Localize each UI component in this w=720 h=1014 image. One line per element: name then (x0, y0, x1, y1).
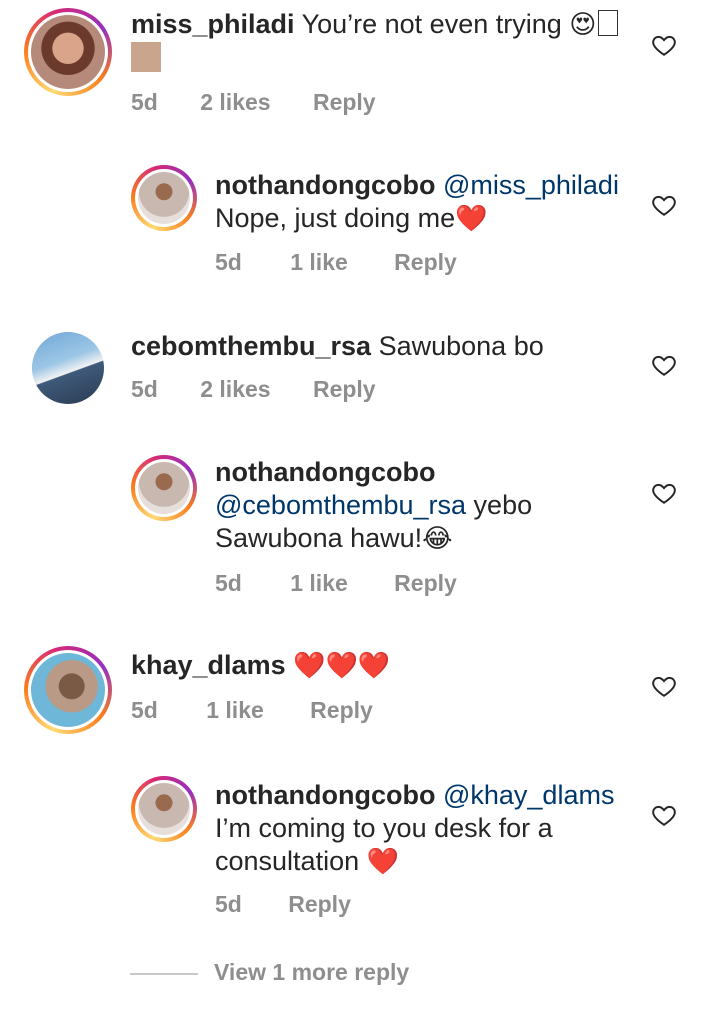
comment-likes[interactable]: 2 likes (200, 88, 270, 116)
avatar[interactable] (131, 776, 197, 842)
like-heart-icon[interactable] (651, 480, 677, 506)
like-heart-icon[interactable] (651, 802, 677, 828)
comment-time: 5d (215, 249, 242, 275)
like-heart-icon[interactable] (651, 32, 677, 58)
reply-item: nothandongcobo @miss_philadi Nope, just … (0, 160, 720, 290)
avatar[interactable] (131, 165, 197, 231)
mention-link[interactable]: @khay_dlams (443, 780, 614, 810)
comment-text: cebomthembu_rsa Sawubona bo (131, 330, 631, 363)
comment-likes[interactable]: 2 likes (200, 375, 270, 403)
skin-tone-swatch-icon (131, 42, 161, 72)
comment-username[interactable]: miss_philadi (131, 9, 295, 39)
like-heart-icon[interactable] (651, 673, 677, 699)
comment-username[interactable]: nothandongcobo (215, 457, 435, 487)
comment-meta: 5d 1 like Reply (131, 696, 373, 724)
comment-body-line2: consultation (215, 846, 360, 876)
comment-body-line2: Sawubona hawu! (215, 523, 423, 553)
missing-glyph-icon (598, 10, 619, 36)
avatar[interactable] (24, 646, 112, 734)
comment-username[interactable]: nothandongcobo (215, 780, 435, 810)
mention-link[interactable]: @cebomthembu_rsa (215, 490, 466, 520)
comment-meta: 5d 1 like Reply (215, 569, 457, 597)
reply-button[interactable]: Reply (313, 88, 376, 116)
divider-line (130, 972, 198, 975)
comment-item: khay_dlams ❤️❤️❤️ 5d 1 like Reply (0, 640, 720, 760)
comment-meta: 5d 1 like Reply (215, 248, 457, 276)
comment-time: 5d (131, 89, 158, 115)
comment-body: yebo (473, 490, 533, 520)
like-heart-icon[interactable] (651, 352, 677, 378)
comment-username[interactable]: nothandongcobo (215, 170, 435, 200)
comment-item: cebomthembu_rsa Sawubona bo 5d 2 likes R… (0, 320, 720, 430)
comment-body: Sawubona bo (378, 331, 544, 361)
comment-username[interactable]: cebomthembu_rsa (131, 331, 371, 361)
like-heart-icon[interactable] (651, 192, 677, 218)
comment-meta: 5d 2 likes Reply (131, 375, 376, 403)
comment-text: khay_dlams ❤️❤️❤️ (131, 649, 631, 682)
comment-text: nothandongcobo @khay_dlams I’m coming to… (215, 779, 635, 878)
heart-eyes-emoji: 😍 (569, 9, 597, 39)
comment-time: 5d (215, 570, 242, 596)
comment-likes[interactable]: 1 like (290, 569, 348, 597)
red-heart-emoji: ❤️ (366, 846, 399, 876)
avatar[interactable] (32, 332, 104, 404)
reply-button[interactable]: Reply (394, 569, 457, 597)
comment-time: 5d (131, 376, 158, 402)
reply-button[interactable]: Reply (310, 696, 373, 724)
comment-text: miss_philadi You’re not even trying 😍 (131, 8, 631, 74)
comment-item: miss_philadi You’re not even trying 😍 5d… (0, 0, 720, 140)
comment-meta: 5d Reply (215, 890, 351, 918)
mention-link[interactable]: @miss_philadi (443, 170, 619, 200)
avatar[interactable] (131, 455, 197, 521)
comment-body: You’re not even trying (301, 9, 562, 39)
view-more-replies-button[interactable]: View 1 more reply (130, 958, 409, 986)
comment-username[interactable]: khay_dlams (131, 650, 286, 680)
comment-text: nothandongcobo @miss_philadi Nope, just … (215, 169, 635, 235)
reply-item: nothandongcobo @khay_dlams I’m coming to… (0, 770, 720, 930)
avatar[interactable] (24, 8, 112, 96)
reply-item: nothandongcobo @cebomthembu_rsa yebo Saw… (0, 450, 720, 610)
reply-button[interactable]: Reply (313, 375, 376, 403)
comment-likes[interactable]: 1 like (290, 248, 348, 276)
comment-meta: 5d 2 likes Reply (131, 88, 376, 116)
laughing-emoji: 😂 (422, 523, 453, 553)
comment-body: Nope, just doing me (215, 203, 456, 233)
comment-likes[interactable]: 1 like (206, 696, 264, 724)
reply-button[interactable]: Reply (394, 248, 457, 276)
comment-time: 5d (215, 891, 242, 917)
red-heart-emoji: ❤️ (455, 203, 488, 233)
view-more-label[interactable]: View 1 more reply (214, 959, 409, 985)
comment-body: I’m coming to you desk for a (215, 813, 553, 843)
comment-text: nothandongcobo @cebomthembu_rsa yebo Saw… (215, 456, 635, 555)
reply-button[interactable]: Reply (288, 890, 351, 918)
comment-time: 5d (131, 697, 158, 723)
red-hearts-emoji: ❤️❤️❤️ (293, 650, 391, 680)
